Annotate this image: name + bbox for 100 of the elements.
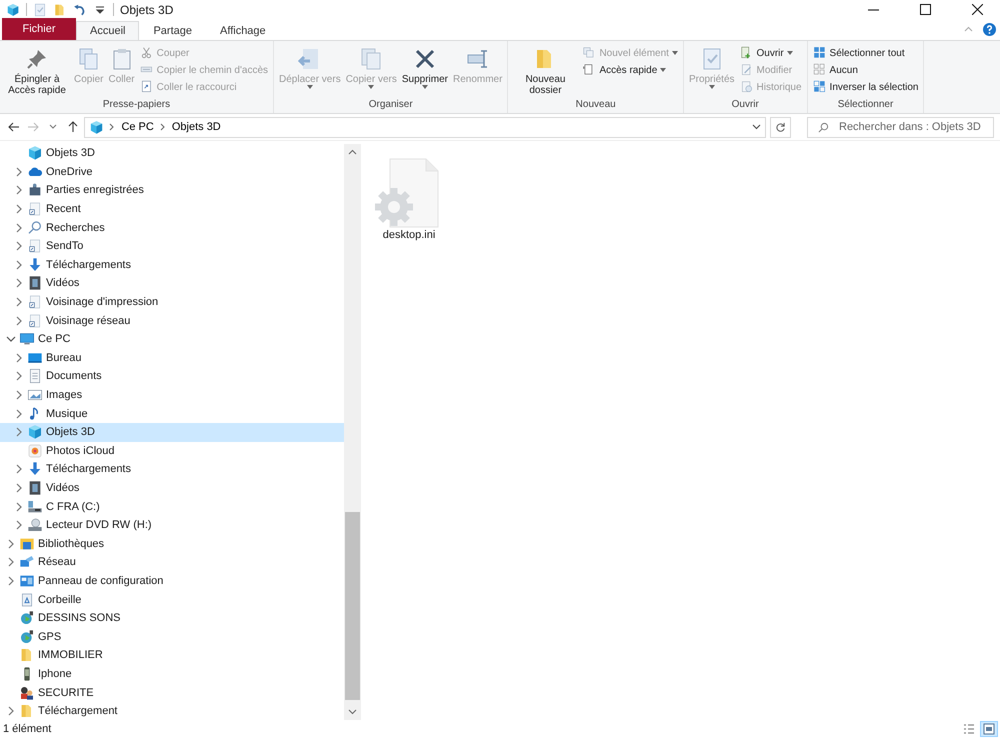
chevron-icon[interactable] (14, 482, 24, 493)
tree-item[interactable]: Téléchargements (0, 460, 344, 479)
chevron-icon[interactable] (109, 123, 116, 131)
chevron-icon[interactable] (6, 557, 16, 568)
ribbon-button[interactable]: Sélectionner tout (810, 45, 920, 61)
refresh-icon[interactable] (774, 122, 786, 132)
chevron-icon[interactable] (14, 408, 24, 419)
tree-item[interactable]: GPS (0, 627, 344, 646)
chevron-icon[interactable] (14, 260, 24, 270)
tree-item[interactable]: Voisinage d'impression (0, 292, 344, 312)
chevron-icon[interactable] (14, 297, 24, 308)
ribbon-tab[interactable]: Accueil (76, 21, 140, 40)
chevron-icon[interactable] (14, 166, 24, 177)
tree-item[interactable]: OneDrive (0, 162, 344, 182)
tree-item[interactable]: IMMOBILIER (0, 646, 344, 665)
chevron-icon[interactable] (14, 464, 24, 474)
ribbon-button[interactable]: Supprimer (400, 43, 450, 99)
tree-item[interactable]: Téléchargements (0, 256, 344, 274)
ribbon-tab[interactable]: Fichier (2, 18, 76, 40)
tree-item-label: Recherches (46, 222, 105, 234)
tree-item-label: Musique (46, 408, 88, 420)
scrollbar[interactable] (344, 144, 361, 720)
link-icon (27, 201, 43, 218)
tree-item[interactable]: Ce PC (0, 330, 344, 349)
scroll-down-icon[interactable] (348, 709, 357, 715)
film-icon (27, 480, 43, 496)
chevron-icon[interactable] (14, 352, 24, 363)
tree-item[interactable]: Musique (0, 404, 344, 423)
tree-item[interactable]: Réseau (0, 553, 344, 572)
chevron-icon[interactable] (6, 334, 16, 344)
window-title: Objets 3D (120, 2, 174, 16)
chevron-icon[interactable] (14, 371, 24, 382)
tree-item[interactable]: Lecteur DVD RW (H:) (0, 516, 344, 534)
tree-item[interactable]: Iphone (0, 664, 344, 684)
tree-item[interactable]: Recent (0, 200, 344, 218)
help-icon[interactable] (983, 23, 996, 36)
tree-item[interactable]: Vidéos (0, 274, 344, 293)
details-list-icon[interactable] (963, 723, 975, 735)
search-field[interactable]: Rechercher dans : Objets 3D (807, 116, 994, 138)
refresh-button[interactable] (770, 116, 791, 138)
address-field[interactable]: Ce PC Objets 3D (84, 116, 766, 138)
shortcut-icon (140, 80, 154, 94)
chevron-icon[interactable] (14, 427, 24, 438)
tree-item[interactable]: SECURITE (0, 683, 344, 702)
chevron-icon[interactable] (6, 706, 16, 716)
chevron-icon[interactable] (6, 576, 16, 586)
tree-item[interactable]: Parties enregistrées (0, 181, 344, 200)
up-icon[interactable] (66, 121, 79, 133)
large-icons-view-button[interactable] (980, 721, 998, 737)
chevron-icon[interactable] (14, 185, 24, 196)
tree-item[interactable]: Images (0, 386, 344, 404)
ribbon-button[interactable]: Accès rapide (580, 62, 680, 78)
tree-item[interactable]: Objets 3D (0, 422, 344, 442)
ribbon-button[interactable]: Nouveau dossier (511, 43, 580, 99)
tree-item[interactable]: Bibliothèques (0, 534, 344, 554)
scroll-up-icon[interactable] (348, 149, 357, 155)
tree-item[interactable]: Voisinage réseau (0, 311, 344, 330)
dropdown-icon[interactable] (49, 124, 58, 130)
dropdown-icon[interactable] (752, 123, 760, 131)
chevron-icon[interactable] (160, 123, 166, 131)
tree-item[interactable]: Corbeille (0, 590, 344, 609)
breadcrumb[interactable]: Objets 3D (170, 121, 222, 133)
ribbon-group-label: Ouvrir (730, 99, 760, 112)
large-icons-icon[interactable] (983, 723, 995, 735)
tree-item[interactable]: SendTo (0, 236, 344, 256)
chevron-icon[interactable] (14, 390, 24, 400)
close-icon[interactable] (972, 4, 982, 15)
chevron-icon[interactable] (14, 316, 24, 326)
tree-item[interactable]: C FRA (C:) (0, 497, 344, 516)
cube-icon (6, 2, 20, 16)
tree-item[interactable]: Bureau (0, 348, 344, 368)
tree-item[interactable]: DESSINS SONS (0, 608, 344, 628)
tree-item-label: Ce PC (38, 333, 70, 346)
ribbon-tab[interactable]: Partage (139, 21, 206, 40)
chevron-icon[interactable] (14, 241, 24, 252)
caret-icon (422, 85, 428, 89)
maximize-icon[interactable] (920, 4, 930, 15)
chevron-icon[interactable] (6, 538, 16, 549)
undo-icon[interactable] (73, 2, 87, 16)
tree-item[interactable]: Objets 3D (0, 144, 344, 163)
file-item[interactable]: desktop.ini (371, 156, 447, 242)
ribbon-button[interactable]: Aucun (810, 62, 920, 78)
chevron-icon[interactable] (14, 222, 24, 233)
chevron-icon[interactable] (14, 278, 24, 288)
ribbon-button[interactable]: Épingler à Accès rapide (3, 43, 71, 99)
breadcrumb[interactable]: Ce PC (120, 121, 155, 133)
tree-item[interactable]: Photos iCloud (0, 442, 344, 460)
ribbon-tab[interactable]: Affichage (206, 21, 280, 40)
back-icon[interactable] (8, 121, 20, 133)
ribbon-button[interactable]: Inverser la sélection (810, 79, 920, 95)
tree-item[interactable]: Panneau de configuration (0, 572, 344, 590)
chevron-icon[interactable] (14, 502, 24, 512)
tree-item[interactable]: Téléchargement (0, 702, 344, 720)
tree-item[interactable]: Documents (0, 367, 344, 386)
tree-item-label: Vidéos (46, 277, 80, 290)
chevron-icon[interactable] (14, 204, 24, 214)
ribbon-button[interactable]: Ouvrir (738, 45, 804, 61)
tree-item[interactable]: Recherches (0, 218, 344, 237)
tree-item[interactable]: Vidéos (0, 478, 344, 498)
chevron-icon[interactable] (14, 520, 24, 530)
